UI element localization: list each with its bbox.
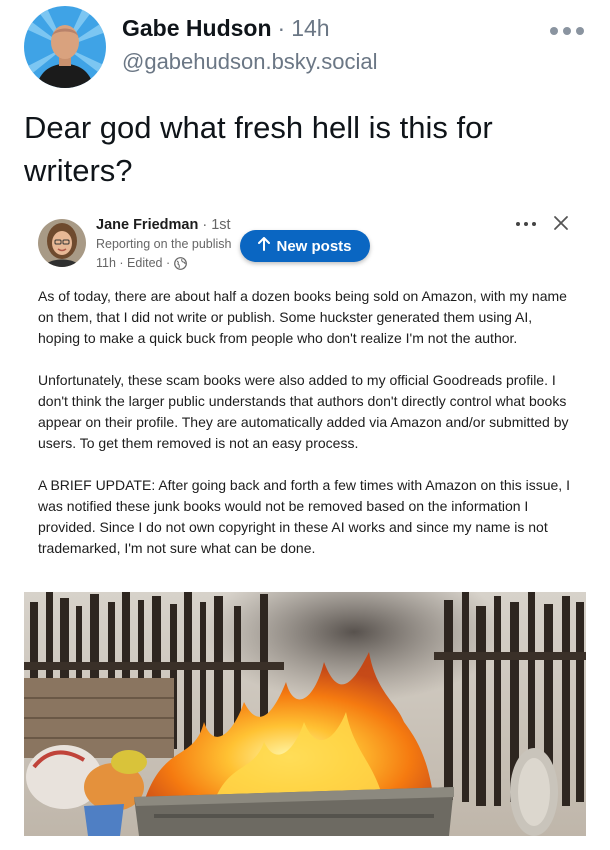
new-posts-button[interactable]: New posts xyxy=(240,230,370,262)
embedded-screenshot[interactable]: Jane Friedman · 1st Reporting on the pub… xyxy=(24,196,586,836)
dot xyxy=(532,222,536,226)
embed-author-line: Jane Friedman · 1st xyxy=(96,217,231,233)
dot xyxy=(524,222,528,226)
post-time[interactable]: 14h xyxy=(291,14,329,42)
author-name[interactable]: Gabe Hudson xyxy=(122,14,272,42)
embed-post-body: As of today, there are about half a doze… xyxy=(38,286,570,580)
embed-paragraph: As of today, there are about half a doze… xyxy=(38,288,567,346)
embed-author-name[interactable]: Jane Friedman xyxy=(96,217,198,233)
close-icon[interactable] xyxy=(552,214,570,232)
embed-paragraph: Unfortunately, these scam books were als… xyxy=(38,372,569,451)
embed-author-headline: Reporting on the publish xyxy=(96,237,232,251)
connection-degree: · 1st xyxy=(202,217,231,233)
dot xyxy=(563,27,571,35)
more-horizontal-icon[interactable] xyxy=(516,222,536,226)
arrow-up-icon xyxy=(258,237,271,255)
dot xyxy=(576,27,584,35)
author-handle[interactable]: @gabehudson.bsky.social xyxy=(122,49,378,75)
more-options-icon[interactable] xyxy=(550,24,584,38)
globe-icon xyxy=(174,256,188,270)
embed-post-meta: 11h · Edited · xyxy=(96,256,188,270)
embed-paragraph: A BRIEF UPDATE: After going back and for… xyxy=(38,477,570,556)
author-block: Gabe Hudson · 14h @gabehudson.bsky.socia… xyxy=(122,14,378,75)
dot xyxy=(516,222,520,226)
embed-post-time: 11h · Edited · xyxy=(96,256,171,270)
dot-separator: · xyxy=(277,15,286,41)
new-posts-label: New posts xyxy=(276,237,352,255)
author-avatar[interactable] xyxy=(24,6,106,88)
dot xyxy=(550,27,558,35)
dumpster-fire-photo[interactable] xyxy=(24,592,586,836)
embed-author-avatar xyxy=(38,219,86,267)
post-text: Dear god what fresh hell is this for wri… xyxy=(24,110,493,188)
